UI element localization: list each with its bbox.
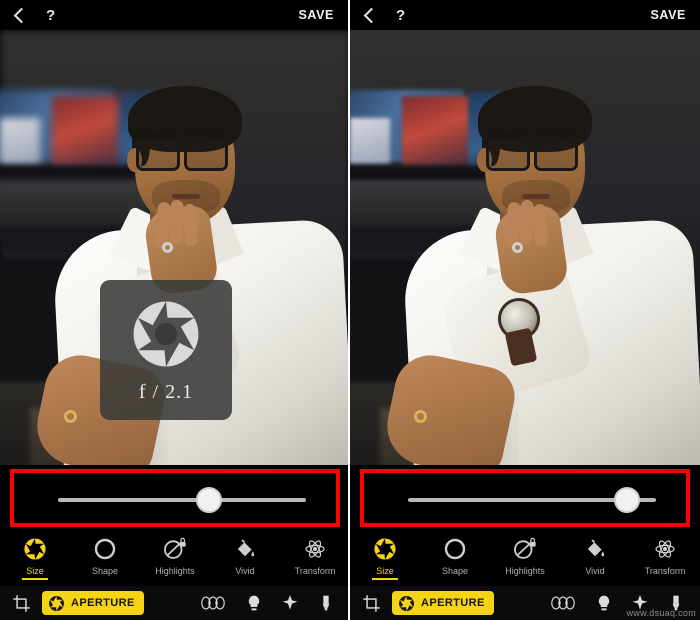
aperture-slider-knob[interactable] <box>196 487 222 513</box>
ring-upper <box>512 242 523 253</box>
save-button[interactable]: SAVE <box>298 8 334 22</box>
tool-label-shape: Shape <box>91 566 119 576</box>
subject-mouth <box>522 194 550 199</box>
tool-label-shape: Shape <box>441 566 469 576</box>
aperture-slider-track[interactable] <box>58 498 306 502</box>
aperture-icon <box>129 297 203 371</box>
tool-transform[interactable]: Transform <box>630 532 700 576</box>
subject-mouth <box>172 194 200 199</box>
aperture-icon <box>21 535 49 563</box>
transform-icon <box>651 535 679 563</box>
glasses-right-lens <box>184 140 228 171</box>
highlights-lock-icon <box>511 535 539 563</box>
app-root: ? SAVE f / 2.1 Size Shape Highlights Viv… <box>0 0 700 620</box>
tool-active-underline <box>22 578 48 580</box>
watermark: www.dsuaq.com <box>626 608 696 618</box>
transform-icon <box>301 535 329 563</box>
magic-wand-icon[interactable] <box>282 590 298 616</box>
paint-bucket-icon <box>581 535 609 563</box>
aperture-slider-knob[interactable] <box>614 487 640 513</box>
tool-label-highlights: Highlights <box>505 566 545 576</box>
chevron-left-icon[interactable] <box>362 6 378 24</box>
lightbulb-icon[interactable] <box>596 590 612 616</box>
tool-highlights[interactable]: Highlights <box>140 532 210 576</box>
monitor-4 <box>0 118 40 164</box>
help-button[interactable]: ? <box>46 8 55 23</box>
photo-canvas[interactable]: f / 2.1 <box>0 30 348 465</box>
tool-highlights[interactable]: Highlights <box>490 532 560 576</box>
chevron-left-icon[interactable] <box>12 6 28 24</box>
tool-label-vivid: Vivid <box>585 566 605 576</box>
ring-lower <box>414 410 427 423</box>
aperture-icon <box>48 595 65 612</box>
tool-label-transform: Transform <box>644 566 686 576</box>
brush-icon[interactable] <box>318 590 334 616</box>
ring-upper <box>162 242 173 253</box>
tool-size[interactable]: Size <box>350 532 420 580</box>
tool-row: Size Shape Highlights Vivid Transform <box>0 532 348 586</box>
slider-highlight-box <box>360 469 690 527</box>
slider-highlight-box <box>10 469 340 527</box>
photo-canvas[interactable] <box>350 30 700 465</box>
finger-3 <box>532 203 549 247</box>
filters-icon[interactable] <box>200 590 226 616</box>
aperture-mode-label: APERTURE <box>421 597 485 609</box>
top-bar: ? SAVE <box>0 0 348 30</box>
lightbulb-icon[interactable] <box>246 590 262 616</box>
tool-vivid[interactable]: Vivid <box>210 532 280 576</box>
ring-lower <box>64 410 77 423</box>
filters-icon[interactable] <box>550 590 576 616</box>
highlights-lock-icon <box>161 535 189 563</box>
tool-size[interactable]: Size <box>0 532 70 580</box>
tool-vivid[interactable]: Vivid <box>560 532 630 576</box>
tool-label-vivid: Vivid <box>235 566 255 576</box>
tool-transform[interactable]: Transform <box>280 532 348 576</box>
tool-active-underline <box>372 578 398 580</box>
top-bar: ? SAVE <box>350 0 700 30</box>
aperture-mode-button[interactable]: APERTURE <box>392 591 494 615</box>
crop-icon[interactable] <box>354 590 388 616</box>
aperture-value-badge: f / 2.1 <box>100 280 232 420</box>
tool-shape[interactable]: Shape <box>420 532 490 576</box>
glasses-bridge <box>178 148 188 151</box>
monitor-4 <box>350 118 390 164</box>
photo-content <box>350 30 700 465</box>
aperture-icon <box>398 595 415 612</box>
help-button[interactable]: ? <box>396 8 405 23</box>
paint-bucket-icon <box>231 535 259 563</box>
glasses-left-lens <box>486 140 530 171</box>
tool-label-size: Size <box>376 566 394 576</box>
bottom-bar-tools <box>200 590 334 616</box>
glasses-left-lens <box>136 140 180 171</box>
finger-2 <box>169 199 184 245</box>
circle-icon <box>91 535 119 563</box>
tool-shape[interactable]: Shape <box>70 532 140 576</box>
aperture-slider-region <box>0 465 348 532</box>
finger-3 <box>182 203 199 247</box>
glasses-right-lens <box>534 140 578 171</box>
circle-icon <box>441 535 469 563</box>
pane-before: ? SAVE f / 2.1 Size Shape Highlights Viv… <box>0 0 350 620</box>
crop-icon[interactable] <box>4 590 38 616</box>
tool-label-highlights: Highlights <box>155 566 195 576</box>
finger-2 <box>519 199 534 245</box>
aperture-value-text: f / 2.1 <box>138 380 194 403</box>
tool-label-transform: Transform <box>294 566 336 576</box>
aperture-mode-label: APERTURE <box>71 597 135 609</box>
bottom-bar: APERTURE <box>0 586 348 620</box>
aperture-slider-region <box>350 465 700 532</box>
glasses-bridge <box>528 148 538 151</box>
aperture-icon <box>371 535 399 563</box>
save-button[interactable]: SAVE <box>650 8 686 22</box>
tool-row: Size Shape Highlights Vivid Transform <box>350 532 700 586</box>
pane-after: ? SAVE Size Shape Highlights Vivid Trans… <box>350 0 700 620</box>
aperture-mode-button[interactable]: APERTURE <box>42 591 144 615</box>
tool-label-size: Size <box>26 566 44 576</box>
